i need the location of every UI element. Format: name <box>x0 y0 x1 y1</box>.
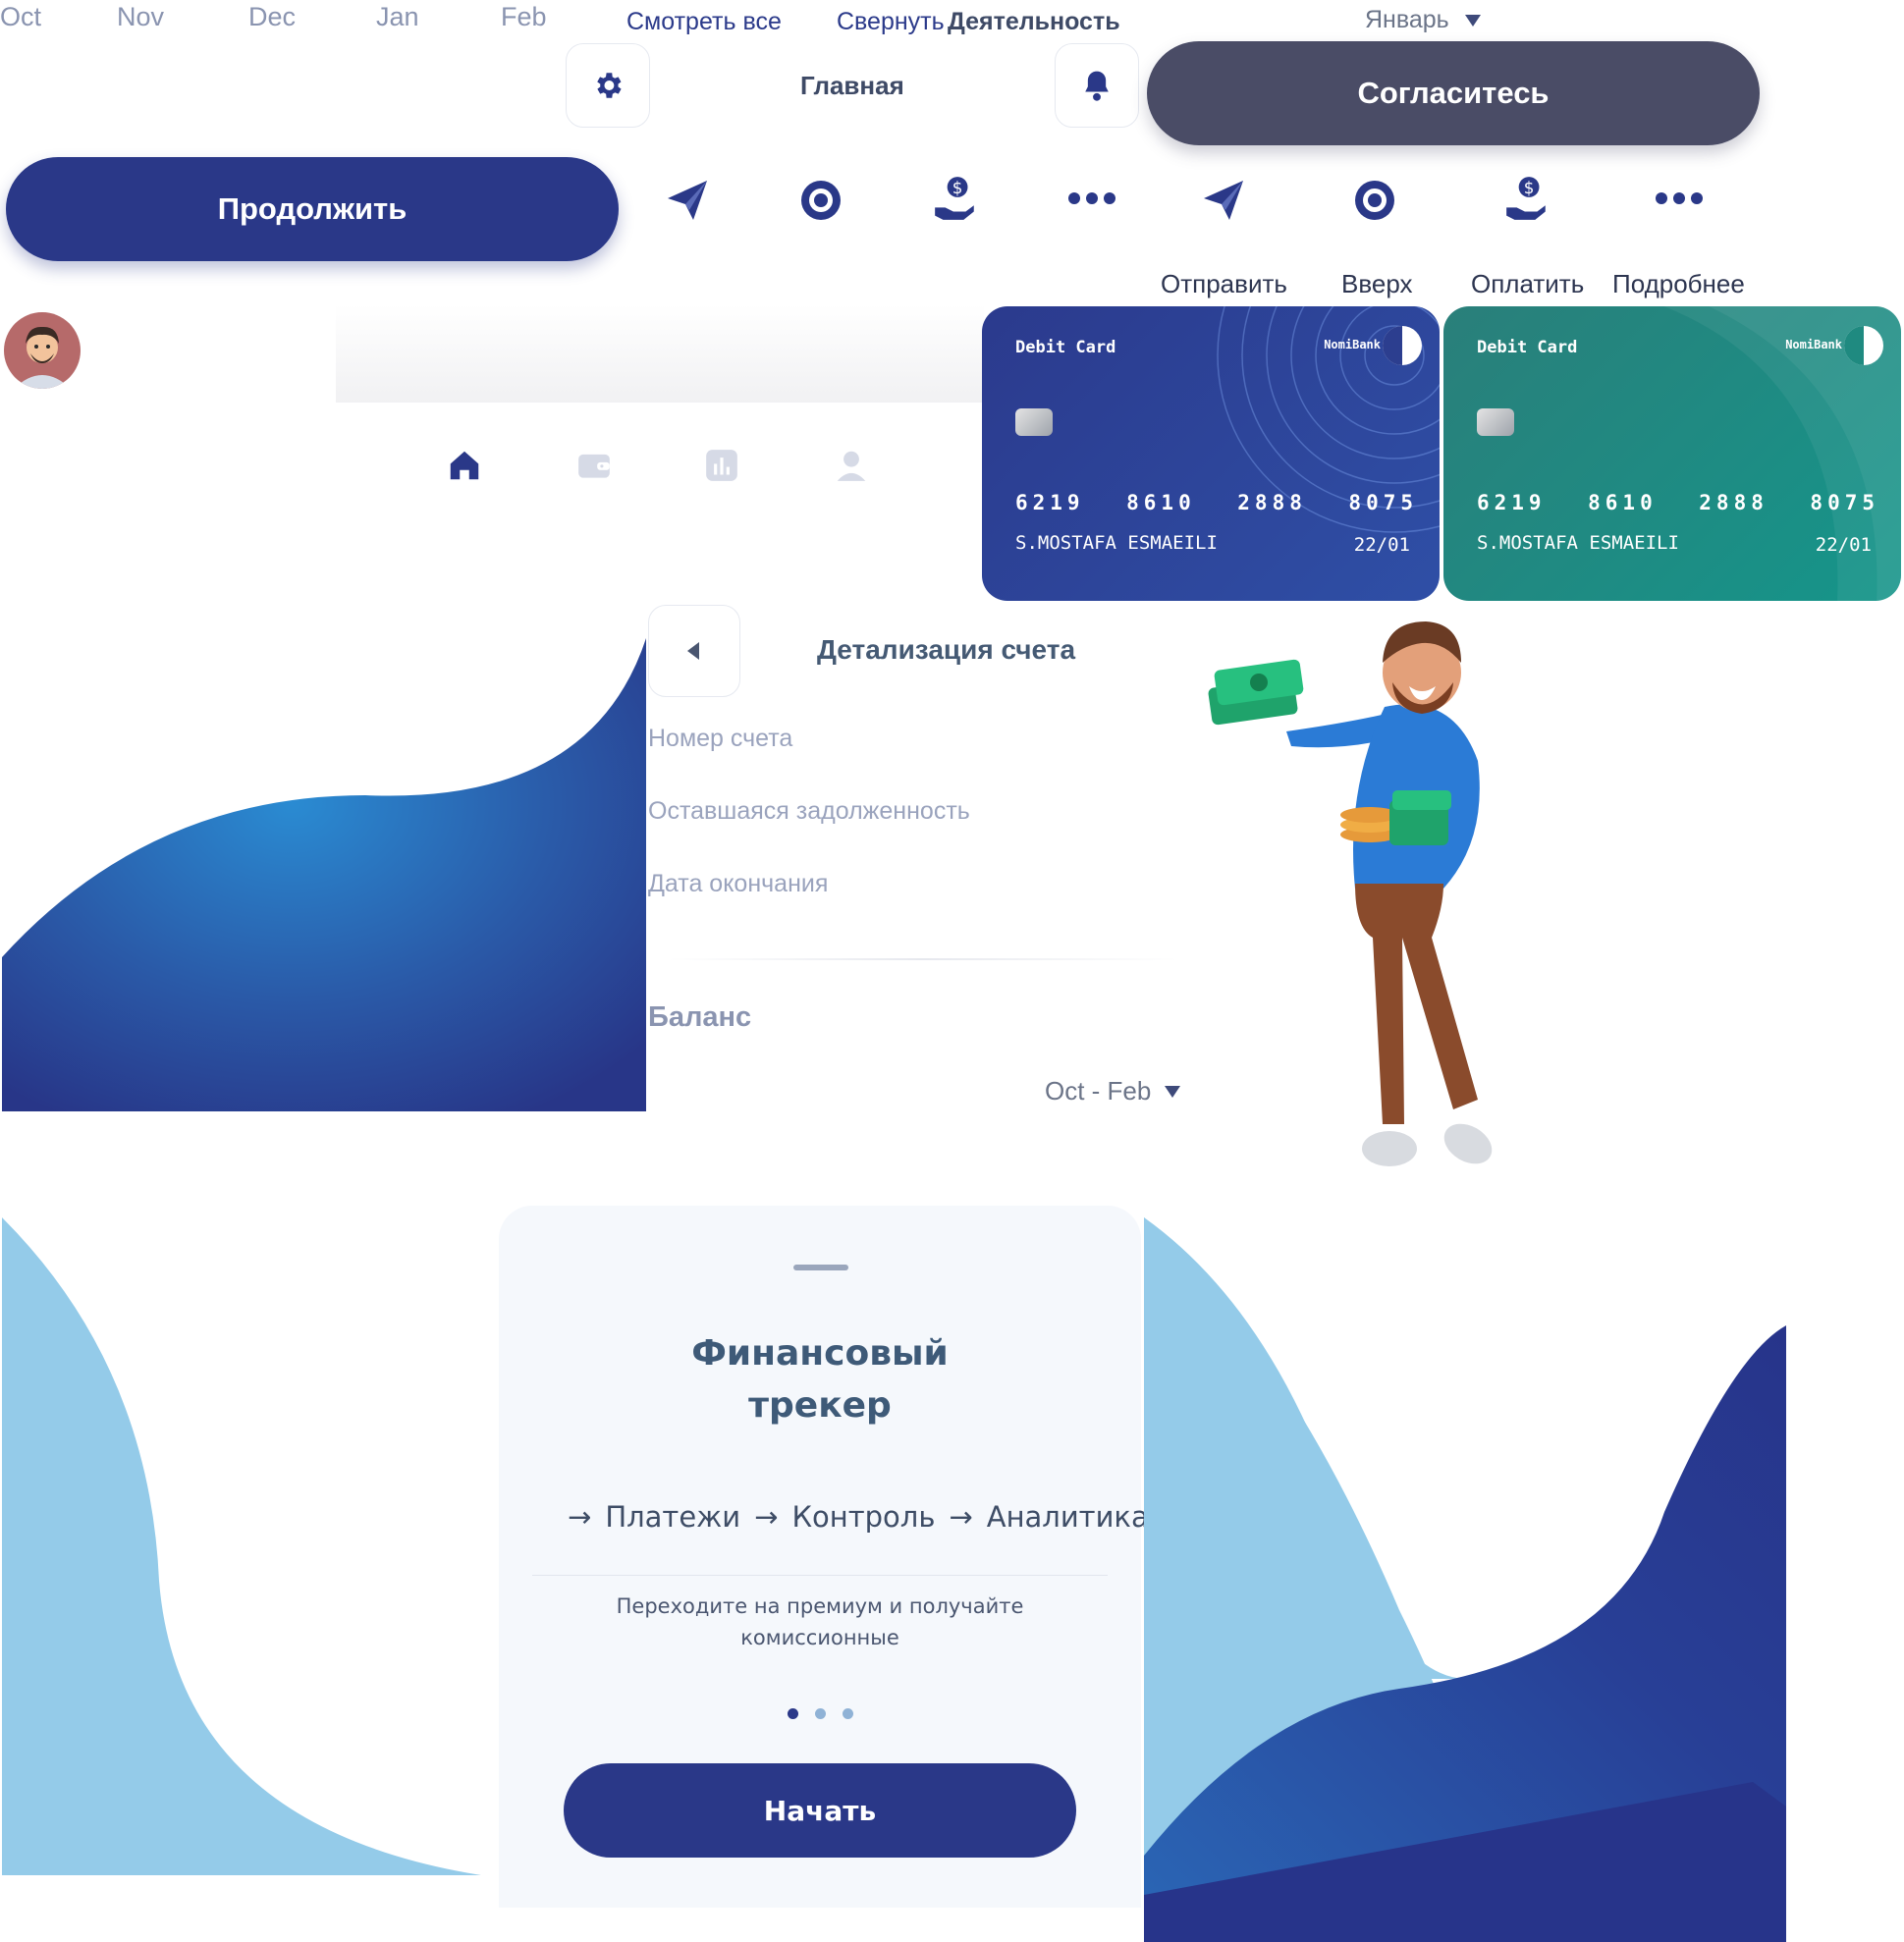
action-label-more: Подробнее <box>1612 269 1745 298</box>
send-icon[interactable] <box>664 177 711 224</box>
action-label-send: Отправить <box>1161 269 1287 298</box>
step-analytics: Аналитика <box>986 1500 1149 1534</box>
page-indicator-active[interactable] <box>788 1708 798 1719</box>
card-number-group: 8075 <box>1810 491 1879 514</box>
divider <box>532 1575 1108 1576</box>
avatar[interactable] <box>4 312 81 389</box>
card-number: 6219 8610 2888 8075 <box>1015 491 1418 514</box>
card-number-group: 6219 <box>1015 491 1085 514</box>
pay-icon[interactable]: $ <box>1502 175 1551 224</box>
action-label-up: Вверх <box>1341 269 1413 298</box>
month-dec[interactable]: Dec <box>248 2 296 32</box>
card-number-group: 2888 <box>1237 491 1307 514</box>
settings-button[interactable] <box>566 43 650 128</box>
more-icon[interactable] <box>1654 187 1705 210</box>
agree-button[interactable]: Согласитесь <box>1147 41 1760 145</box>
month-jan[interactable]: Jan <box>376 2 419 32</box>
step-control: Контроль <box>791 1500 936 1534</box>
user-avatar-icon <box>14 326 71 389</box>
onboarding-steps: → Платежи → Контроль → Аналитика <box>568 1500 1149 1534</box>
page-indicator[interactable] <box>815 1708 826 1719</box>
profile-icon[interactable] <box>833 447 870 484</box>
drag-handle[interactable] <box>793 1265 848 1270</box>
step-payments: Платежи <box>605 1500 741 1534</box>
card-number-group: 8610 <box>1126 491 1196 514</box>
back-button[interactable] <box>648 605 740 697</box>
month-feb[interactable]: Feb <box>501 2 547 32</box>
wave-panel-light <box>2 1217 481 1875</box>
arrow-right-icon: → <box>568 1500 592 1534</box>
character-illustration <box>1208 621 1493 1166</box>
onboarding-title: Финансовый трекер <box>499 1327 1141 1431</box>
account-number-label: Номер счета <box>648 725 793 752</box>
badge-icon[interactable] <box>797 177 844 224</box>
svg-text:$: $ <box>1524 179 1535 197</box>
more-icon[interactable] <box>1066 187 1117 210</box>
chart-icon[interactable] <box>703 447 740 484</box>
onboarding-description: Переходите на премиум и получайте комисс… <box>499 1591 1141 1653</box>
card-bank: NomiBank <box>1324 338 1381 351</box>
pay-icon[interactable]: $ <box>931 175 980 224</box>
title-line-1: Финансовый <box>691 1333 949 1374</box>
send-icon[interactable] <box>1200 177 1247 224</box>
page-title: Главная <box>800 71 904 100</box>
view-all-link[interactable]: Смотреть все <box>626 8 782 36</box>
caret-down-icon <box>1464 14 1481 27</box>
gear-icon <box>597 73 622 98</box>
card-type: Debit Card <box>1015 338 1116 357</box>
card-number-group: 8610 <box>1588 491 1658 514</box>
card-holder: S.MOSTAFA ESMAEILI <box>1015 532 1218 554</box>
arrow-right-icon: → <box>949 1500 973 1534</box>
bell-icon <box>1085 71 1109 101</box>
description-line-1: Переходите на премиум и получайте <box>616 1594 1024 1618</box>
back-arrow-icon <box>687 642 699 660</box>
badge-icon[interactable] <box>1351 177 1398 224</box>
card-type: Debit Card <box>1477 338 1578 357</box>
description-line-2: комиссионные <box>740 1626 899 1649</box>
card-bank: NomiBank <box>1785 338 1842 351</box>
remaining-debt-label: Оставшаяся задолженность <box>648 797 970 825</box>
period-select[interactable]: Oct - Feb <box>1045 1076 1182 1106</box>
debit-card-teal[interactable]: Debit Card NomiBank 6219 8610 2888 8075 … <box>1443 306 1901 601</box>
card-expiry: 22/01 <box>1815 534 1872 556</box>
svg-text:$: $ <box>952 179 963 197</box>
caret-down-icon <box>1165 1085 1181 1098</box>
title-line-2: трекер <box>748 1385 892 1426</box>
card-expiry: 22/01 <box>1353 534 1410 556</box>
end-date-label: Дата окончания <box>648 870 829 897</box>
details-title: Детализация счета <box>817 634 1076 665</box>
start-button[interactable]: Начать <box>564 1763 1076 1858</box>
action-label-pay: Оплатить <box>1471 269 1585 298</box>
header-bar <box>336 304 984 403</box>
wave-panel-gradient <box>1144 1217 1786 1942</box>
wave-panel-dark <box>2 638 646 1111</box>
month-nov[interactable]: Nov <box>117 2 164 32</box>
divider <box>668 958 1178 960</box>
month-select-value: Январь <box>1365 6 1449 33</box>
chip-icon <box>1477 408 1514 436</box>
card-number-group: 2888 <box>1699 491 1768 514</box>
page-indicator[interactable] <box>843 1708 853 1719</box>
wallet-icon[interactable] <box>575 447 613 484</box>
notifications-button[interactable] <box>1055 43 1139 128</box>
collapse-link[interactable]: Свернуть <box>837 8 945 36</box>
home-icon[interactable] <box>446 447 483 484</box>
balance-label: Баланс <box>648 1001 752 1033</box>
card-number-group: 8075 <box>1348 491 1418 514</box>
period-value: Oct - Feb <box>1045 1076 1152 1106</box>
continue-button[interactable]: Продолжить <box>6 157 619 261</box>
card-holder: S.MOSTAFA ESMAEILI <box>1477 532 1679 554</box>
card-number-group: 6219 <box>1477 491 1547 514</box>
month-select[interactable]: Январь <box>1365 6 1483 34</box>
arrow-right-icon: → <box>754 1500 779 1534</box>
activity-heading: Деятельность <box>948 8 1120 35</box>
card-number: 6219 8610 2888 8075 <box>1477 491 1879 514</box>
debit-card-blue[interactable]: Debit Card NomiBank 6219 8610 2888 8075 … <box>982 306 1440 601</box>
chip-icon <box>1015 408 1053 436</box>
month-oct[interactable]: Oct <box>0 2 41 32</box>
